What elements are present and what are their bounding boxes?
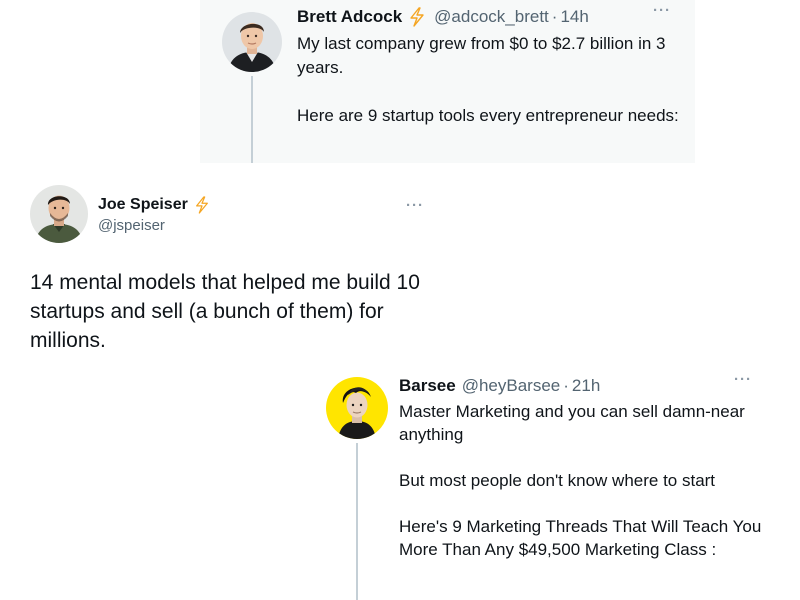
thread-connector-line <box>251 76 253 163</box>
author-name[interactable]: Joe Speiser <box>98 196 188 214</box>
tweet-barsee[interactable]: Barsee @heyBarsee · 21h ··· Master Marke… <box>318 370 768 600</box>
avatar-photo <box>222 12 282 72</box>
tweet-text: My last company grew from $0 to $2.7 bil… <box>297 32 687 128</box>
tweet-brett-adcock[interactable]: Brett Adcock @adcock_brett · 14h ··· My … <box>200 0 695 163</box>
tweet-header: Brett Adcock @adcock_brett · 14h <box>297 6 589 28</box>
tweet-header: Joe Speiser <box>98 195 214 215</box>
more-options-icon[interactable]: ··· <box>653 3 671 18</box>
thread-connector-line <box>356 443 358 600</box>
header-separator: · <box>563 376 569 395</box>
lightning-bolt-icon <box>410 7 424 27</box>
tweet-paragraph: But most people don't know where to star… <box>399 471 716 490</box>
author-handle[interactable]: @adcock_brett <box>434 7 549 27</box>
more-options-icon[interactable]: ··· <box>406 198 424 213</box>
tweet-text: 14 mental models that helped me build 10… <box>30 271 420 352</box>
avatar-brett-adcock[interactable] <box>222 12 282 72</box>
lightning-bolt-icon <box>195 196 208 214</box>
avatar-photo <box>326 377 388 439</box>
tweet-paragraph: Here are 9 startup tools every entrepren… <box>297 106 679 125</box>
tweet-text: Master Marketing and you can sell damn-n… <box>399 400 764 561</box>
tweet-paragraph: Master Marketing and you can sell damn-n… <box>399 402 745 444</box>
author-handle[interactable]: @heyBarsee <box>462 376 561 396</box>
tweet-paragraph: My last company grew from $0 to $2.7 bil… <box>297 34 666 77</box>
avatar-barsee[interactable] <box>326 377 388 439</box>
header-separator: · <box>551 7 558 26</box>
author-name[interactable]: Brett Adcock <box>297 7 402 27</box>
author-handle[interactable]: @jspeiser <box>98 217 165 234</box>
tweet-header: Barsee @heyBarsee · 21h <box>399 375 600 397</box>
avatar-photo <box>30 185 88 243</box>
screenshot-canvas: Brett Adcock @adcock_brett · 14h ··· My … <box>0 0 800 600</box>
avatar-joe-speiser[interactable] <box>30 185 88 243</box>
tweet-joe-speiser[interactable]: Joe Speiser @jspeiser ··· 14 mental mode… <box>0 170 440 370</box>
tweet-timestamp[interactable]: 14h <box>560 7 588 27</box>
tweet-paragraph: Here's 9 Marketing Threads That Will Tea… <box>399 517 762 559</box>
more-options-icon[interactable]: ··· <box>734 372 752 387</box>
tweet-timestamp[interactable]: 21h <box>572 376 600 396</box>
author-name[interactable]: Barsee <box>399 376 456 396</box>
